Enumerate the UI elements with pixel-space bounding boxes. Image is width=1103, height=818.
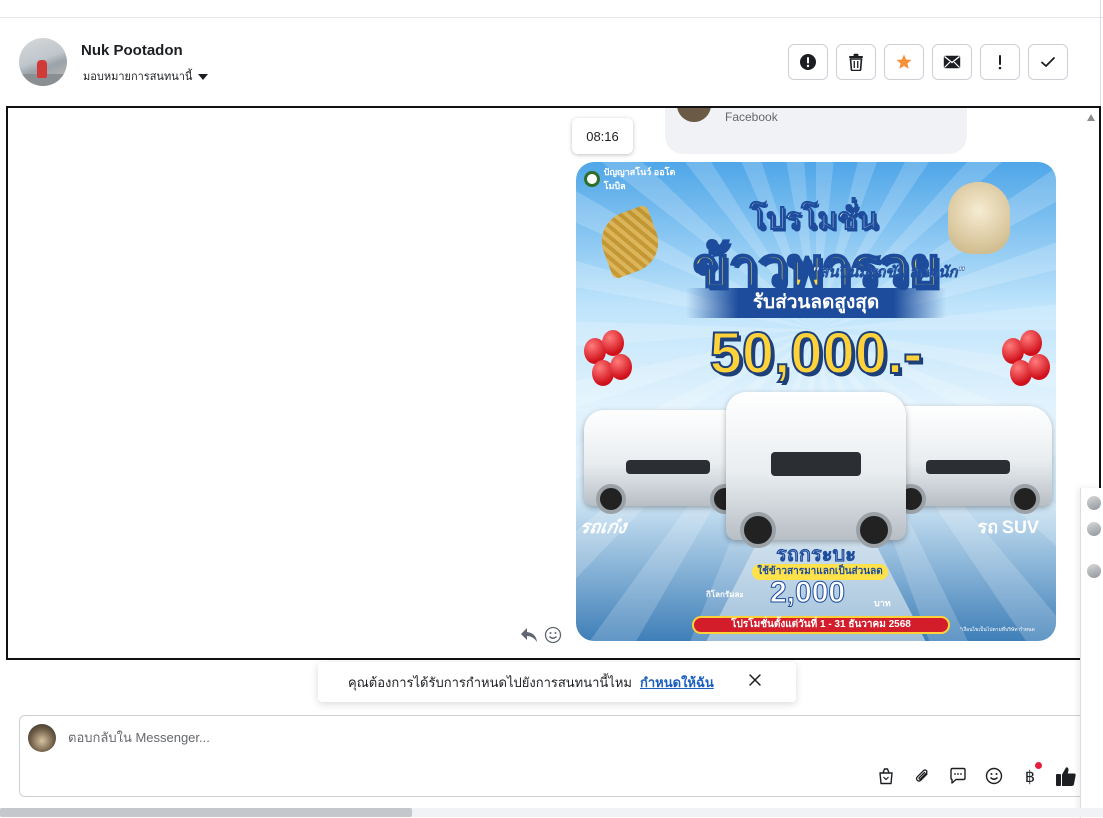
horizontal-scrollbar[interactable] (0, 808, 1103, 817)
message-source: Facebook (725, 110, 778, 124)
brand-emblem-icon (584, 171, 600, 187)
emoji-button[interactable] (982, 764, 1006, 788)
balloon-graphic (1028, 354, 1050, 380)
envelope-icon (943, 55, 961, 69)
assign-to-me-prompt: คุณต้องการได้รับการกำหนดไปยังการสนทนานี้… (318, 662, 796, 702)
shop-button[interactable] (874, 764, 898, 788)
scrollbar-thumb[interactable] (0, 808, 412, 817)
price-per-kg: 2,000 (769, 576, 846, 610)
attach-button[interactable] (910, 764, 934, 788)
spam-button[interactable] (788, 44, 828, 80)
assign-label: มอบหมายการสนทนานี้ (83, 71, 193, 83)
per-kg-label: กิโลกรัมละ (706, 590, 744, 599)
message-actions (520, 626, 562, 644)
mark-unread-button[interactable] (932, 44, 972, 80)
promo-period: โปรโมชั่นตั้งแต่วันที่ 1 - 31 ธันวาคม 25… (692, 616, 950, 634)
like-button[interactable] (1054, 764, 1078, 788)
contact-name[interactable]: Nuk Pootadon (81, 42, 183, 59)
discount-amount: 50,000.- (709, 320, 924, 387)
reply-input[interactable] (68, 730, 968, 745)
promo-tagline: "สิ้นปีนี้มีรถขับ ลดหนัก" (812, 264, 965, 282)
composer-tools: ฿ (874, 762, 1078, 788)
alert-circle-icon (800, 54, 816, 70)
participant-avatar (1087, 564, 1101, 578)
saved-replies-button[interactable] (946, 764, 970, 788)
assign-dropdown[interactable]: มอบหมายการสนทนานี้ (83, 67, 209, 85)
participant-avatar (1087, 522, 1101, 536)
discount-label: รับส่วนลดสูงสุด (686, 288, 946, 318)
exclamation-icon (998, 55, 1002, 70)
checkmark-icon (1041, 57, 1055, 67)
pickup-truck-graphic (726, 392, 906, 548)
paperclip-icon (915, 769, 928, 782)
thumbs-up-icon (1056, 767, 1076, 786)
balloon-graphic (1020, 330, 1042, 356)
currency-label: บาท (874, 598, 891, 608)
sedan-label: รถเก๋ง (578, 517, 629, 537)
assign-to-me-link[interactable]: กำหนดให้ฉัน (640, 672, 714, 693)
star-button[interactable] (884, 44, 924, 80)
top-strip (0, 0, 1103, 18)
caret-down-icon (198, 73, 209, 80)
message-thread[interactable]: Facebook 08:16 ปัญญาสโนว์ ออโตโมบิล โปรโ… (6, 106, 1101, 660)
chat-bubble-icon (950, 767, 966, 784)
delete-button[interactable] (836, 44, 876, 80)
participant-avatar (1087, 496, 1101, 510)
side-panel-edge (1080, 488, 1103, 818)
smiley-icon (985, 767, 1003, 785)
contact-avatar[interactable] (19, 38, 67, 86)
reply-icon[interactable] (520, 627, 538, 643)
fine-print: *เงื่อนไขเป็นไปตามที่บริษัท กำหนด (960, 627, 1035, 633)
conversation-header: Nuk Pootadon มอบหมายการสนทนานี้ (0, 18, 1103, 106)
trash-icon (849, 53, 863, 71)
close-icon[interactable] (748, 673, 762, 687)
avatar-person (37, 60, 47, 78)
follow-up-button[interactable] (980, 44, 1020, 80)
shopping-bag-icon (879, 768, 893, 785)
mark-done-button[interactable] (1028, 44, 1068, 80)
sender-avatar (677, 108, 711, 122)
suv-label: รถ SUV (974, 517, 1041, 537)
previous-message-bubble[interactable]: Facebook (665, 108, 967, 154)
promo-brand-text: ปัญญาสโนว์ ออโตโมบิล (603, 167, 676, 191)
reply-composer: ฿ (19, 715, 1089, 797)
conversation-toolbar (788, 44, 1068, 80)
payment-button[interactable]: ฿ (1018, 762, 1042, 788)
balloon-graphic (610, 354, 632, 380)
emoji-react-icon[interactable] (544, 626, 562, 644)
scroll-up-arrow-icon[interactable] (1087, 114, 1095, 121)
timestamp-tooltip: 08:16 (572, 118, 633, 154)
promo-brand-logo: ปัญญาสโนว์ ออโตโมบิล (584, 167, 694, 191)
suv-car-graphic (884, 406, 1052, 514)
notification-dot (1035, 762, 1042, 769)
assign-prompt-text: คุณต้องการได้รับการกำหนดไปยังการสนทนานี้… (348, 674, 632, 690)
promo-image-attachment[interactable]: ปัญญาสโนว์ ออโตโมบิล โปรโมชั่น ข้าวพารวย… (576, 162, 1056, 641)
page-avatar (28, 724, 56, 752)
star-icon (896, 54, 912, 69)
baht-icon: ฿ (1024, 766, 1036, 786)
balloon-graphic (602, 330, 624, 356)
